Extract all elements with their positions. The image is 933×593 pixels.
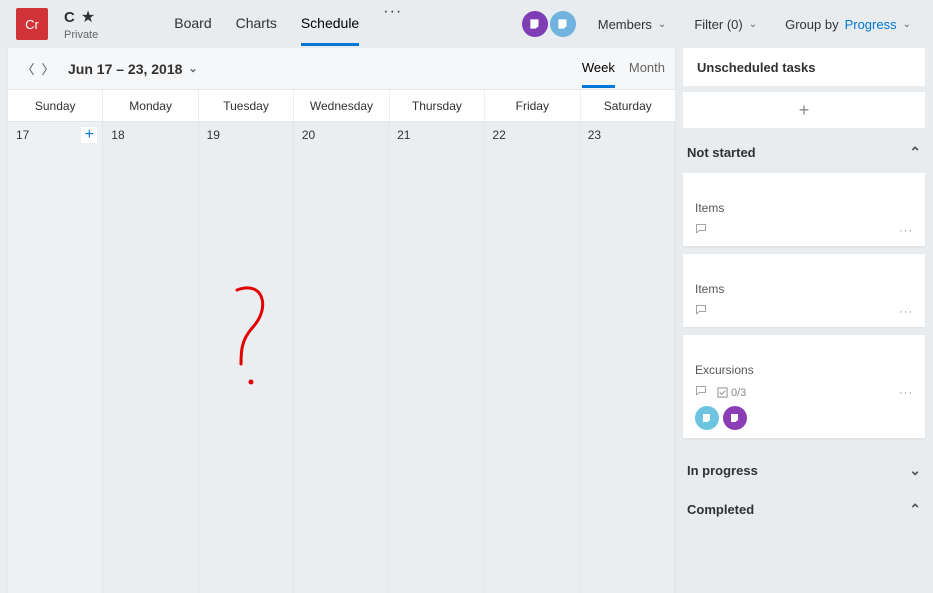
groupby-dropdown[interactable]: Group by Progress ⌄ [779,13,917,36]
task-card[interactable]: Excursions 0/3 ··· [683,335,925,438]
day-cell[interactable]: 18 [103,122,198,593]
chevron-up-icon: ⌃ [909,144,921,161]
day-cell[interactable]: 17 + [8,122,103,593]
day-number: 22 [492,128,505,142]
avatar[interactable] [723,406,747,430]
comment-icon [695,385,707,400]
day-cell[interactable]: 20 [294,122,389,593]
chevron-down-icon: ⌄ [658,19,666,30]
weekday-label: Monday [103,90,198,121]
task-bucket: Items [695,282,913,296]
bucket-not-started[interactable]: Not started ⌃ [683,134,925,167]
weekday-label: Saturday [581,90,675,121]
app-header: Cr C ★ Private Board Charts Schedule ···… [0,0,933,48]
day-cell[interactable]: 21 [389,122,484,593]
day-number: 21 [397,128,410,142]
tasks-not-started: Items ··· Items ··· Excursions [683,173,925,438]
weekday-header: Sunday Monday Tuesday Wednesday Thursday… [8,90,675,122]
comment-icon [695,223,707,238]
prev-week-button[interactable]: 〈 [18,59,38,79]
calendar-toolbar: 〈 〉 Jun 17 – 23, 2018 ⌄ Week Month [8,48,675,90]
member-avatars[interactable] [522,11,576,37]
avatar[interactable] [550,11,576,37]
plan-title: C [64,9,75,26]
task-bucket: Items [695,201,913,215]
day-cell[interactable]: 19 [199,122,294,593]
bucket-in-progress[interactable]: In progress ⌄ [683,452,925,485]
task-title [695,183,913,197]
day-number: 17 [16,128,29,142]
chevron-down-icon: ⌄ [749,19,757,30]
weekday-label: Friday [485,90,580,121]
day-number: 18 [111,128,124,142]
add-task-icon[interactable]: + [80,126,98,144]
calendar-view-switch: Week Month [582,50,665,88]
calendar-panel: 〈 〉 Jun 17 – 23, 2018 ⌄ Week Month Sunda… [8,48,675,593]
favorite-star-icon[interactable]: ★ [81,7,95,27]
groupby-prefix: Group by [785,17,838,32]
chevron-down-icon: ⌄ [188,62,197,75]
days-row: 17 + 18 19 20 21 22 23 [8,122,675,593]
main-layout: 〈 〉 Jun 17 – 23, 2018 ⌄ Week Month Sunda… [0,48,933,593]
bucket-label: Completed [687,502,754,517]
checklist-count: 0/3 [731,387,746,399]
weekday-label: Wednesday [294,90,389,121]
next-week-button[interactable]: 〉 [38,59,58,79]
avatar[interactable] [695,406,719,430]
task-bucket: Excursions [695,363,913,377]
task-title [695,264,913,278]
bucket-label: In progress [687,463,758,478]
bucket-completed[interactable]: Completed ⌃ [683,491,925,524]
date-range-label: Jun 17 – 23, 2018 [68,61,182,77]
chevron-down-icon: ⌄ [903,19,911,30]
task-card[interactable]: Items ··· [683,173,925,246]
day-number: 23 [588,128,601,142]
weekday-label: Tuesday [199,90,294,121]
view-week[interactable]: Week [582,50,615,88]
plan-privacy: Private [64,29,98,41]
tab-more-icon[interactable]: ··· [383,3,402,46]
chevron-down-icon: ⌄ [909,462,921,479]
date-range-picker[interactable]: Jun 17 – 23, 2018 ⌄ [68,61,198,77]
members-dropdown[interactable]: Members ⌄ [592,13,673,36]
checklist-progress: 0/3 [717,387,746,399]
view-tabs: Board Charts Schedule ··· [174,3,402,46]
day-cell[interactable]: 23 [580,122,675,593]
task-more-icon[interactable]: ··· [899,225,913,237]
task-title [695,345,913,359]
unscheduled-panel: Unscheduled tasks + Not started ⌃ Items … [683,48,925,593]
bucket-label: Not started [687,145,756,160]
task-more-icon[interactable]: ··· [899,306,913,318]
avatar[interactable] [522,11,548,37]
groupby-value: Progress [845,17,897,32]
day-cell[interactable]: 22 [484,122,579,593]
task-assignees [695,406,913,430]
tab-schedule[interactable]: Schedule [301,3,359,46]
unscheduled-header: Unscheduled tasks [683,48,925,86]
filter-dropdown[interactable]: Filter (0) ⌄ [688,13,763,36]
day-number: 19 [207,128,220,142]
comment-icon [695,304,707,319]
task-more-icon[interactable]: ··· [899,387,913,399]
task-card[interactable]: Items ··· [683,254,925,327]
tab-charts[interactable]: Charts [236,3,277,46]
chevron-up-icon: ⌃ [909,501,921,518]
plan-title-block: C ★ Private [64,7,98,41]
tab-board[interactable]: Board [174,3,211,46]
filter-label: Filter (0) [694,17,742,32]
weekday-label: Sunday [8,90,103,121]
plan-icon: Cr [16,8,48,40]
weekday-label: Thursday [390,90,485,121]
add-task-button[interactable]: + [683,92,925,128]
view-month[interactable]: Month [629,50,665,88]
members-label: Members [598,17,652,32]
day-number: 20 [302,128,315,142]
